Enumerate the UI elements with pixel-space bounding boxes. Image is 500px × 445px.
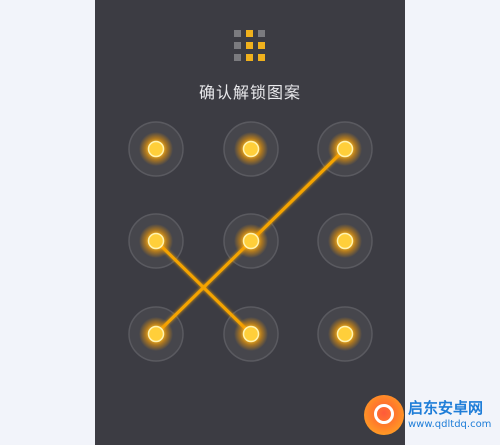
pattern-node-7[interactable] [147,325,165,343]
pattern-lock[interactable] [0,0,500,445]
watermark-url: www.qdltdq.com [408,419,492,430]
watermark-name: 启东安卓网 [408,399,484,417]
site-logo-icon [364,395,404,435]
pattern-node-6[interactable] [336,232,354,250]
pattern-node-9[interactable] [336,325,354,343]
pattern-node-1[interactable] [147,140,165,158]
pattern-node-2[interactable] [242,140,260,158]
pattern-node-8[interactable] [242,325,260,343]
site-watermark: 启东安卓网 www.qdltdq.com [364,393,494,441]
pattern-node-5[interactable] [242,232,260,250]
pattern-node-4[interactable] [147,232,165,250]
pattern-node-3[interactable] [336,140,354,158]
